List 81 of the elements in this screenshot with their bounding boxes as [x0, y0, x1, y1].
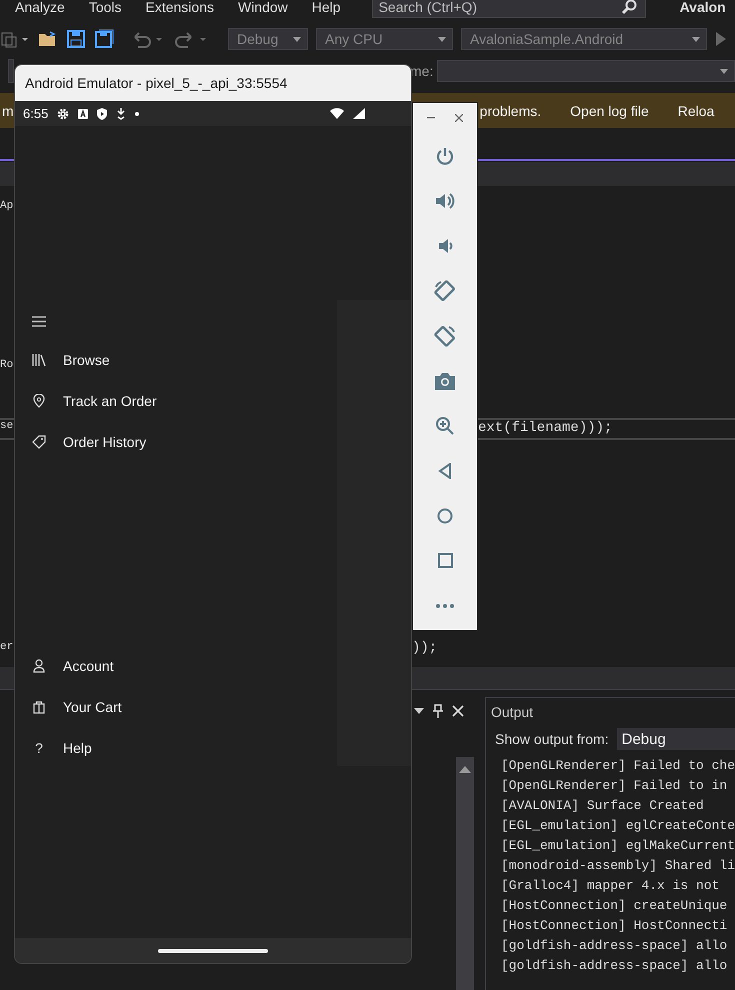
- menu-item[interactable]: Help: [63, 740, 92, 756]
- log-line: [HostConnection] HostConnecti: [501, 917, 728, 935]
- save-icon[interactable]: [66, 29, 86, 49]
- menu-item[interactable]: Account: [63, 658, 114, 674]
- menu-icon[interactable]: [32, 316, 46, 327]
- dropdown-field[interactable]: [437, 60, 735, 82]
- scroll-up-icon[interactable]: [459, 766, 471, 773]
- menu-item[interactable]: Browse: [63, 352, 110, 368]
- log-line: [monodroid-assembly] Shared li: [501, 857, 735, 875]
- code-text: ));: [412, 640, 438, 656]
- caret-icon: [692, 36, 700, 42]
- more-icon[interactable]: [436, 604, 454, 608]
- dropdown-caret-icon[interactable]: [414, 708, 424, 714]
- home-handle[interactable]: [158, 948, 268, 952]
- letter-a-icon: [78, 108, 88, 118]
- menu-item[interactable]: Window: [238, 0, 288, 15]
- search-icon: [620, 0, 637, 15]
- help-icon: ?: [32, 740, 46, 756]
- menu-item[interactable]: Your Cart: [63, 698, 122, 714]
- location-pin-icon: [32, 394, 46, 408]
- open-folder-icon[interactable]: [38, 30, 58, 48]
- download-icon: [116, 108, 126, 120]
- gear-icon: [57, 108, 70, 120]
- log-line: [goldfish-address-space] allo: [501, 937, 728, 955]
- back-icon[interactable]: [438, 462, 452, 478]
- log-line: [EGL_emulation] eglMakeCurrent: [501, 837, 735, 855]
- search-field[interactable]: Search (Ctrl+Q): [372, 0, 646, 18]
- power-icon[interactable]: [435, 146, 455, 166]
- code-text: ext(filename)));: [478, 420, 612, 436]
- code-text: er: [0, 641, 14, 653]
- window-title: Android Emulator - pixel_5_-_api_33:5554: [25, 75, 288, 91]
- volume-up-icon[interactable]: [434, 190, 456, 210]
- wifi-icon: [330, 108, 344, 119]
- log-line: [OpenGLRenderer] Failed to che: [501, 757, 735, 775]
- log-line: [Gralloc4] mapper 4.x is not: [501, 877, 720, 895]
- menu-item[interactable]: Track an Order: [63, 392, 157, 408]
- panel-title: Output: [491, 704, 534, 720]
- home-icon[interactable]: [437, 508, 453, 524]
- pin-icon[interactable]: [433, 704, 443, 718]
- field-label: Show output from:: [495, 731, 609, 747]
- zoom-in-icon[interactable]: [435, 416, 455, 436]
- log-line: [OpenGLRenderer] Failed to in: [501, 777, 728, 795]
- log-line: [AVALONIA] Surface Created: [501, 797, 705, 815]
- info-text: m: [2, 102, 14, 118]
- window-title: Avalon: [680, 0, 726, 15]
- overview-icon[interactable]: [438, 553, 452, 568]
- info-bar-link[interactable]: Open log file: [570, 102, 649, 118]
- menu-item[interactable]: Help: [312, 0, 341, 15]
- save-all-icon[interactable]: [94, 29, 114, 49]
- scrollbar[interactable]: [456, 757, 474, 990]
- menu-item[interactable]: Tools: [88, 0, 122, 15]
- code-text: Ro: [0, 359, 14, 371]
- log-line: [goldfish-address-space] allo: [501, 957, 728, 975]
- camera-icon[interactable]: [435, 372, 455, 390]
- status-time: 6:55: [23, 106, 48, 121]
- minimize-icon[interactable]: [427, 117, 435, 119]
- person-icon: [32, 658, 46, 672]
- volume-down-icon[interactable]: [436, 236, 454, 254]
- rotate-icon[interactable]: [433, 324, 457, 348]
- tag-icon: [32, 434, 46, 448]
- dot-icon: [135, 112, 140, 116]
- log-line: [HostConnection] createUnique: [501, 897, 728, 915]
- shopping-bag-icon: [32, 700, 46, 714]
- signal-icon: [353, 108, 365, 119]
- info-text: problems.: [480, 102, 542, 118]
- log-line: [EGL_emulation] eglCreateConte: [501, 817, 735, 835]
- rotate-icon[interactable]: [433, 278, 457, 302]
- dropdown-field[interactable]: [8, 59, 14, 83]
- info-bar-link[interactable]: Reloa: [678, 102, 714, 118]
- code-text: Ap: [0, 200, 14, 212]
- library-icon: [32, 352, 46, 366]
- shield-play-icon: [97, 108, 108, 120]
- play-icon[interactable]: [715, 31, 727, 47]
- caret-icon: [438, 36, 446, 42]
- caret-icon: [293, 36, 301, 42]
- caret-icon: [720, 68, 728, 74]
- menu-item[interactable]: Analyze: [15, 0, 65, 15]
- code-text: se: [0, 420, 14, 432]
- menu-item[interactable]: Extensions: [146, 0, 214, 15]
- menu-item[interactable]: Order History: [63, 434, 146, 450]
- output-source-dropdown[interactable]: Debug: [616, 728, 735, 750]
